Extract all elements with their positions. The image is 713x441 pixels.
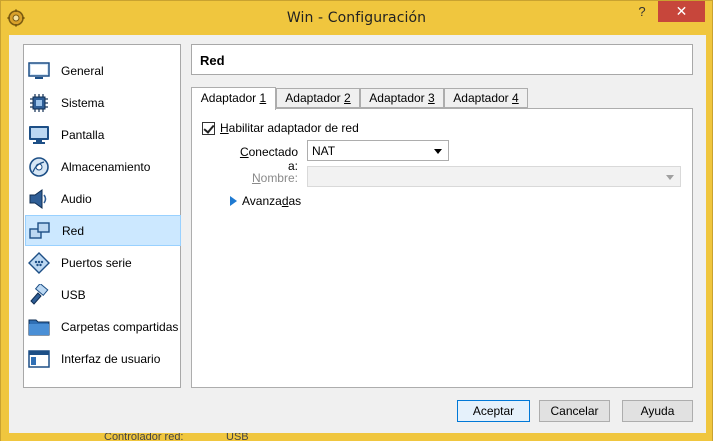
tab-label: Adaptador [285,91,345,105]
name-select [307,166,681,187]
background-window-strip: Controlador red: USB [1,433,712,441]
enable-adapter-label: Habilitar adaptador de red [220,121,359,135]
connected-to-value: NAT [312,144,336,158]
tab-adapter-4[interactable]: Adaptador 4 [444,88,528,108]
sidebar-item-label: Pantalla [61,127,105,142]
network-icon [29,220,51,242]
section-title: Red [200,53,225,68]
help-button[interactable]: Ayuda [622,400,693,422]
expand-triangle-icon [230,196,237,206]
tab-mnemonic: 3 [428,91,435,105]
advanced-label: Avanzadas [242,194,301,208]
enable-adapter-row[interactable]: Habilitar adaptador de red [202,121,359,135]
sidebar-item-label: Red [62,223,85,238]
sidebar-item-system[interactable]: Sistema [25,87,181,118]
connected-to-select[interactable]: NAT [307,140,449,161]
settings-window: Win - Configuración ? ✕ General Sistema [0,0,713,441]
sidebar-item-display[interactable]: Pantalla [25,119,181,150]
sidebar-item-general[interactable]: General [25,55,181,86]
title-bar[interactable]: Win - Configuración ? ✕ [1,1,712,35]
settings-category-list: General Sistema Pantalla Almacenamiento [23,44,181,388]
background-text: USB [226,433,249,441]
sidebar-item-label: General [61,63,104,78]
name-mnemonic: N [251,171,261,185]
connected-to-text: onectado a: [248,145,298,173]
name-label: Nombre: [234,171,298,185]
tab-label: Adaptador [453,91,513,105]
general-icon [28,60,50,82]
close-button[interactable]: ✕ [658,1,705,22]
ui-window-icon [28,348,50,370]
serial-port-icon [28,251,50,274]
monitor-icon [28,124,50,146]
sidebar-item-label: Audio [61,191,92,206]
folder-icon [28,316,50,338]
chip-icon [28,92,50,114]
chevron-down-icon [434,149,442,154]
cancel-button[interactable]: Cancelar [539,400,610,422]
speaker-icon [28,188,50,210]
sidebar-item-label: USB [61,287,86,302]
tab-label: Adaptador [200,91,260,105]
tab-adapter-1[interactable]: Adaptador 1 [191,87,276,110]
background-text: Controlador red: [104,433,184,441]
enable-adapter-mnemonic: H [220,121,229,135]
sidebar-item-label: Interfaz de usuario [61,351,161,366]
disk-icon [28,156,50,178]
sidebar-item-label: Sistema [61,95,105,110]
help-title-button[interactable]: ? [627,1,657,22]
tab-mnemonic: 2 [344,91,351,105]
connected-to-label: Conectado a: [234,145,298,173]
name-text: ombre: [260,171,298,185]
advanced-mnemonic: d [281,194,289,208]
adapter-1-panel: Habilitar adaptador de red Conectado a: … [191,108,693,388]
sidebar-item-label: Almacenamiento [61,159,151,174]
advanced-toggle[interactable]: Avanzadas [230,194,301,208]
advanced-text-post: as [288,194,302,208]
ok-button[interactable]: Aceptar [457,400,530,422]
tab-adapter-2[interactable]: Adaptador 2 [276,88,360,108]
sidebar-item-label: Puertos serie [61,255,132,270]
sidebar-item-audio[interactable]: Audio [25,183,181,214]
enable-adapter-text: abilitar adaptador de red [228,121,359,135]
enable-adapter-checkbox[interactable] [202,121,215,135]
tab-adapter-3[interactable]: Adaptador 3 [360,88,444,108]
window-title: Win - Configuración [286,10,427,26]
sidebar-item-network[interactable]: Red [25,215,181,246]
tab-label: Adaptador [369,91,429,105]
sidebar-item-storage[interactable]: Almacenamiento [25,151,181,182]
tab-mnemonic: 4 [512,91,519,105]
connected-to-mnemonic: C [239,145,249,159]
sidebar-item-user-interface[interactable]: Interfaz de usuario [25,343,181,374]
sidebar-item-usb[interactable]: USB [25,279,181,310]
usb-icon [28,283,50,306]
dialog-body: General Sistema Pantalla Almacenamiento [9,35,706,433]
advanced-text-pre: Avanza [242,194,282,208]
section-header: Red [191,44,693,75]
sidebar-item-label: Carpetas compartidas [61,319,179,334]
tab-mnemonic: 1 [259,91,267,105]
sidebar-item-serial-ports[interactable]: Puertos serie [25,247,181,278]
chevron-down-icon [666,175,674,180]
sidebar-item-shared-folders[interactable]: Carpetas compartidas [25,311,181,342]
